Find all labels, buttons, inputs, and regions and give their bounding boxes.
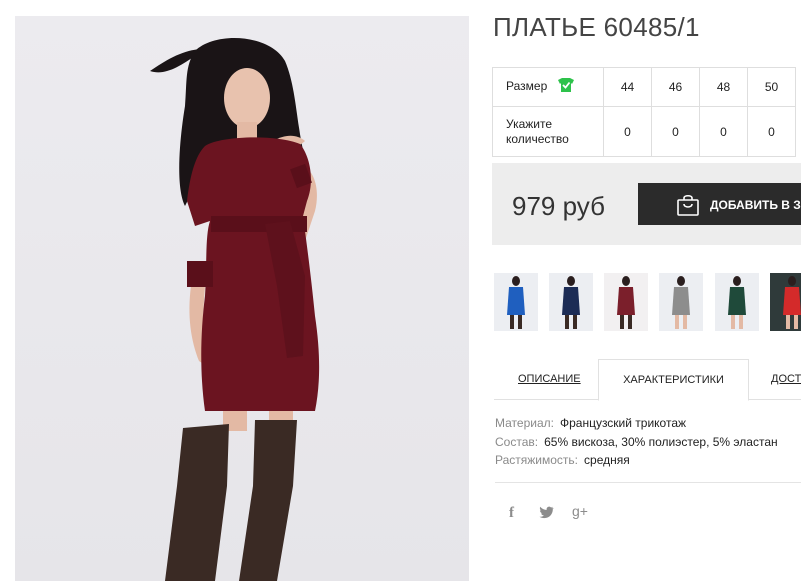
twitter-icon[interactable]: [539, 506, 554, 524]
price-box: 979 руб ДОБАВИТЬ В ЗАКАЗ: [492, 163, 801, 245]
size-cell: 44: [603, 67, 652, 107]
shopping-bag-icon: [676, 193, 700, 220]
spec-key: Материал:: [495, 416, 554, 430]
thumbnail-green[interactable]: [715, 273, 759, 331]
add-to-cart-label: ДОБАВИТЬ В ЗАКАЗ: [710, 198, 801, 212]
thumbnail-gray[interactable]: [659, 273, 703, 331]
thumbnail-navy[interactable]: [549, 273, 593, 331]
thumbnail-dress: [672, 287, 690, 315]
thumbnail-burgundy[interactable]: [604, 273, 648, 331]
spec-row: Растяжимость: средняя: [495, 451, 778, 470]
size-chart-icon[interactable]: [557, 77, 575, 97]
quantity-row: Укажите количество 0 0 0 0: [492, 106, 796, 157]
product-tabs: ОПИСАНИЕ ХАРАКТЕРИСТИКИ ДОСТАВКА: [494, 359, 801, 401]
spec-value: 65% вискоза, 30% полиэстер, 5% эластан: [544, 434, 778, 449]
tab-delivery[interactable]: ДОСТАВКА: [771, 359, 801, 399]
quantity-label: Укажите количество: [492, 106, 604, 157]
facebook-icon[interactable]: f: [509, 505, 514, 522]
price: 979 руб: [512, 191, 605, 221]
quantity-input[interactable]: 0: [747, 106, 796, 157]
spec-row: Материал: Французский трикотаж: [495, 414, 778, 433]
thumbnail-dress: [728, 287, 746, 315]
thumbnail-dress: [507, 287, 525, 315]
thumbnail-red[interactable]: [770, 273, 801, 331]
tab-characteristics[interactable]: ХАРАКТЕРИСТИКИ: [598, 359, 749, 401]
social-divider: [495, 482, 801, 483]
thumbnail-dress: [562, 287, 580, 315]
size-label-cell: Размер: [492, 67, 604, 107]
spec-key: Состав:: [495, 434, 539, 449]
size-cell: 46: [651, 67, 700, 107]
model-illustration: [150, 38, 320, 581]
size-cell: 48: [699, 67, 748, 107]
quantity-input[interactable]: 0: [603, 106, 652, 157]
specs-list: Материал: Французский трикотаж Состав: 65%…: [495, 414, 778, 470]
quantity-input[interactable]: 0: [651, 106, 700, 157]
color-thumbnails: [494, 273, 801, 333]
googleplus-icon[interactable]: g+: [572, 503, 588, 519]
product-title: ПЛАТЬЕ 60485/1: [493, 12, 700, 42]
quantity-input[interactable]: 0: [699, 106, 748, 157]
size-label: Размер: [506, 79, 548, 94]
add-to-cart-button[interactable]: ДОБАВИТЬ В ЗАКАЗ: [638, 183, 801, 225]
size-row: Размер 44 46 48 50: [492, 67, 796, 107]
size-quantity-table: Размер 44 46 48 50 Укажите количество 0 …: [492, 67, 796, 157]
spec-row: Состав: 65% вискоза, 30% полиэстер, 5% эл…: [495, 433, 778, 452]
spec-value: Французский трикотаж: [559, 416, 687, 430]
thumbnail-blue[interactable]: [494, 273, 538, 331]
thumbnail-dress: [617, 287, 635, 315]
spec-value: средняя: [584, 453, 630, 467]
size-cell: 50: [747, 67, 796, 107]
spec-key: Растяжимость:: [495, 453, 579, 467]
product-photo[interactable]: [15, 16, 469, 581]
tab-description[interactable]: ОПИСАНИЕ: [518, 359, 581, 399]
thumbnail-dress: [783, 287, 801, 315]
